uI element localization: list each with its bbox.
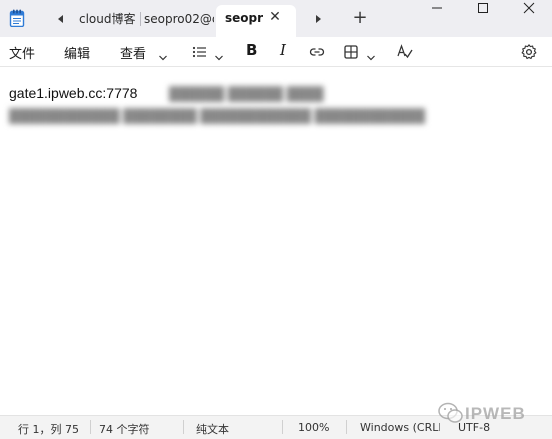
menu-view[interactable]: 查看 — [120, 43, 152, 62]
plus-icon[interactable]: + — [351, 9, 369, 27]
menu-bar: 文件 编辑 查看 B I — [0, 37, 552, 67]
minimize-icon[interactable] — [414, 0, 460, 30]
table-icon[interactable] — [342, 43, 360, 61]
redacted-text: ██████ ██████ ████ — [169, 86, 324, 101]
tab-divider — [140, 12, 141, 26]
spellcheck-icon[interactable] — [396, 43, 414, 61]
chevron-right-icon[interactable] — [309, 11, 327, 27]
status-line-ending[interactable]: Windows (CRLF) — [360, 421, 440, 434]
tab-seopro02[interactable]: seopro02@c — [144, 7, 214, 31]
watermark: IPWEB — [432, 396, 550, 430]
gear-icon[interactable] — [520, 43, 538, 61]
bold-icon[interactable]: B — [246, 41, 257, 59]
status-cursor-position: 行 1，列 75 — [18, 423, 79, 436]
tab-active[interactable]: seopr ✕ — [216, 5, 296, 37]
status-divider — [282, 420, 283, 434]
chevron-left-icon[interactable] — [52, 11, 70, 27]
status-divider — [90, 420, 91, 434]
text-editor[interactable]: gate1.ipweb.cc:7778 ██████ ██████ ████ █… — [0, 68, 552, 410]
title-bar: cloud博客 seopro02@c seopr ✕ + — [0, 0, 552, 37]
tab-active-label: seopr — [225, 11, 264, 25]
editor-line-1: gate1.ipweb.cc:7778 — [9, 85, 138, 101]
status-divider — [183, 420, 184, 434]
notepad-window: cloud博客 seopro02@c seopr ✕ + 文件 编辑 查看 B … — [0, 0, 552, 439]
bulleted-list-icon[interactable] — [191, 43, 209, 61]
italic-icon[interactable]: I — [280, 41, 286, 59]
link-icon[interactable] — [308, 43, 326, 61]
tab-cloud[interactable]: cloud博客 — [79, 7, 139, 31]
maximize-icon[interactable] — [460, 0, 506, 30]
chevron-down-icon[interactable] — [366, 47, 376, 61]
close-window-icon[interactable] — [506, 0, 552, 30]
close-icon[interactable]: ✕ — [267, 9, 283, 25]
menu-edit[interactable]: 编辑 — [64, 43, 90, 62]
status-format: 纯文本 — [196, 423, 229, 436]
menu-file[interactable]: 文件 — [9, 43, 35, 62]
notepad-icon — [9, 9, 25, 28]
watermark-text: IPWEB — [465, 404, 526, 423]
redacted-text: ████████████ ████████ ████████████ █████… — [9, 108, 426, 123]
status-zoom[interactable]: 100% — [298, 421, 329, 434]
chevron-down-icon[interactable] — [214, 47, 224, 61]
status-divider — [346, 420, 347, 434]
wechat-icon — [438, 401, 464, 429]
chevron-down-icon[interactable] — [158, 47, 168, 61]
status-char-count: 74 个字符 — [99, 423, 150, 436]
